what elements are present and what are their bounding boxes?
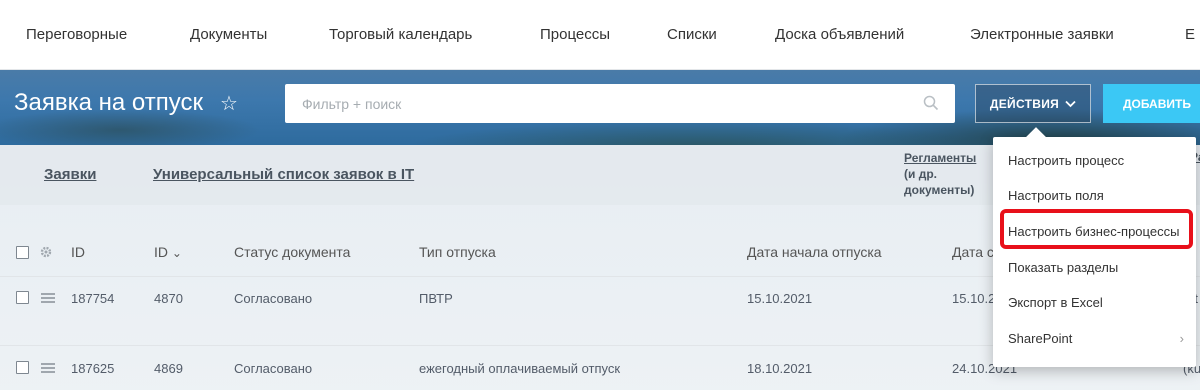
actions-button-label: ДЕЙСТВИЯ [989, 96, 1060, 111]
column-header-id[interactable]: ID [71, 244, 85, 260]
highlight-annotation [1000, 209, 1193, 249]
search-input[interactable] [285, 84, 905, 123]
menu-item-export-excel[interactable]: Экспорт в Excel [1008, 295, 1103, 310]
actions-dropdown-menu: Настроить процесс Настроить поля Настрои… [993, 127, 1196, 367]
cell-id: 187754 [71, 291, 115, 306]
page-title: Заявка на отпуск [14, 89, 203, 116]
regulations-sub2: документы) [904, 183, 975, 197]
nav-item-processes[interactable]: Процессы [540, 26, 610, 43]
submenu-chevron-right-icon: › [1179, 331, 1184, 346]
column-header-end-date[interactable]: Дата с [952, 244, 994, 260]
nav-item-truncated[interactable]: Е [1185, 26, 1195, 43]
menu-item-configure-fields[interactable]: Настроить поля [1008, 188, 1104, 203]
cell-start-date: 15.10.2021 [747, 291, 813, 306]
cell-vacation-type: ПВТР [419, 291, 453, 306]
actions-button[interactable]: ДЕЙСТВИЯ [975, 84, 1091, 123]
cell-status: Согласовано [234, 291, 313, 306]
column-header-id2[interactable]: ID ⌄ [154, 244, 182, 260]
cell-id2: 4869 [154, 361, 183, 376]
cell-status: Согласовано [234, 361, 313, 376]
column-header-id2-label: ID [154, 244, 168, 260]
row-checkbox[interactable] [16, 361, 29, 374]
nav-item-documents[interactable]: Документы [190, 26, 267, 43]
sort-down-icon: ⌄ [171, 246, 182, 260]
section-link-requests[interactable]: Заявки [44, 166, 96, 183]
select-all-checkbox[interactable] [16, 246, 29, 259]
search-box [285, 84, 955, 123]
cell-vacation-type: ежегодный оплачиваемый отпуск [419, 361, 621, 376]
section-link-it-requests[interactable]: Универсальный список заявок в IT [153, 166, 414, 183]
gear-icon[interactable] [39, 245, 53, 259]
row-checkbox[interactable] [16, 291, 29, 304]
nav-item-lists[interactable]: Списки [667, 26, 717, 43]
column-header-vacation-type[interactable]: Тип отпуска [419, 244, 496, 260]
cell-id: 187625 [71, 361, 115, 376]
nav-item-trade-calendar[interactable]: Торговый календарь [329, 26, 472, 43]
nav-item-meeting-rooms[interactable]: Переговорные [26, 26, 127, 43]
column-header-start-date[interactable]: Дата начала отпуска [747, 244, 882, 260]
menu-item-configure-process[interactable]: Настроить процесс [1008, 153, 1124, 168]
top-navigation: Переговорные Документы Торговый календар… [0, 0, 1200, 70]
section-link-regulations[interactable]: Регламенты (и др. документы) [904, 150, 994, 198]
regulations-title: Регламенты [904, 151, 977, 165]
add-button[interactable]: ДОБАВИТЬ [1103, 84, 1200, 123]
menu-item-sharepoint[interactable]: SharePoint [1008, 331, 1072, 346]
cell-end-date: 15.10.2 [952, 291, 996, 306]
nav-item-electronic-requests[interactable]: Электронные заявки [970, 26, 1114, 43]
cell-start-date: 18.10.2021 [747, 361, 813, 376]
column-header-status[interactable]: Статус документа [234, 244, 350, 260]
row-menu-icon[interactable] [41, 363, 55, 373]
chevron-down-icon [1065, 100, 1076, 107]
search-icon[interactable] [923, 95, 939, 111]
cell-id2: 4870 [154, 291, 183, 306]
regulations-sub1: (и др. [904, 167, 937, 181]
nav-item-bulletin-board[interactable]: Доска объявлений [775, 26, 904, 43]
row-menu-icon[interactable] [41, 293, 55, 303]
menu-item-show-sections[interactable]: Показать разделы [1008, 260, 1118, 275]
favorite-star-icon[interactable]: ☆ [220, 91, 238, 116]
